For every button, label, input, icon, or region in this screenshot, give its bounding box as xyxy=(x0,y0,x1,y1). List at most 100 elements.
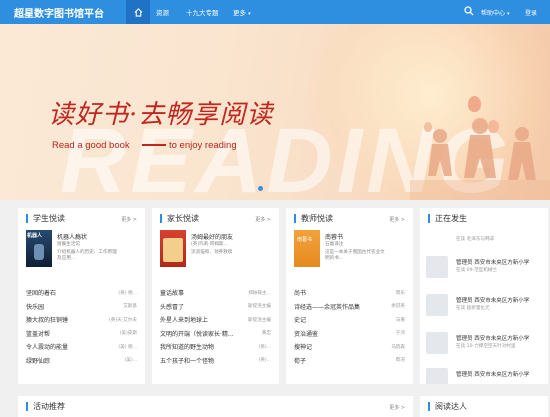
nav-resources[interactable]: 资源 xyxy=(156,7,169,17)
book-title: 猿大叔的狂铜锤 xyxy=(26,317,69,325)
more-link[interactable]: 更多 > xyxy=(255,216,271,223)
avatar xyxy=(426,256,448,278)
chevron-down-icon: ▾ xyxy=(506,11,510,17)
feed-user: 管理员 西安市未央区方新小学 xyxy=(456,372,530,378)
book-cover[interactable] xyxy=(160,230,186,267)
banner-slogan-en-1: Read a good book xyxy=(52,140,130,151)
home-icon xyxy=(134,7,142,17)
featured-book-title[interactable]: 汤姆最好的朋友 xyxy=(191,232,233,241)
help-center-menu[interactable]: 帮助中心 ▾ xyxy=(481,8,509,17)
more-link[interactable]: 更多 > xyxy=(389,216,405,223)
activity-feed-item[interactable]: 管理员 西安市未央区方新小学 xyxy=(426,368,546,384)
list-item[interactable]: 资治通鉴 于鸿 xyxy=(294,327,405,341)
list-item[interactable]: 童话故事 郑振铎主... xyxy=(160,286,271,300)
more-link[interactable]: 更多 > xyxy=(389,404,405,411)
banner-slogan-en-2: to enjoy reading xyxy=(169,140,237,151)
nav-more[interactable]: 更多 ▾ xyxy=(233,7,251,17)
feed-text: 在读 超新量化元 xyxy=(456,306,490,311)
section-title: 家长悦读 xyxy=(160,214,199,223)
slogan-divider xyxy=(142,144,166,146)
parent-reading-panel: 家长悦读 更多 > 汤姆最好的朋友 (英)玛莉·阿姆斯... 流浪猫和、领养救赎… xyxy=(152,208,279,384)
book-author: (美)... xyxy=(124,358,137,364)
robot-figure xyxy=(34,244,44,260)
avatar xyxy=(426,368,448,384)
list-item[interactable]: 史记 马嘉 xyxy=(294,313,405,327)
book-author: (美)皮斯 xyxy=(119,331,137,337)
list-item[interactable]: 坚固的着石 (英) 德... xyxy=(26,286,137,300)
featured-book-title[interactable]: 机器人瘾状 xyxy=(57,232,87,241)
book-list: 童话故事 郑振铎主... 头感冒了 斯提洛主编 外星人来到地球上 斯提洛主编 文明的开… xyxy=(160,286,271,367)
book-cover-title: 南蓉书 xyxy=(297,237,313,243)
activity-recommend-panel: 活动推荐 更多 > xyxy=(18,396,413,417)
book-title: 篮盖对帮 xyxy=(26,330,51,338)
book-author: (英)... xyxy=(258,358,271,364)
list-item[interactable]: 荀子 荀况 xyxy=(294,354,405,368)
featured-book-meta: 厨餐生活馆 xyxy=(57,242,80,247)
list-item[interactable]: 绿野仙踪 (美)... xyxy=(26,354,137,368)
book-author: (英) 德... xyxy=(118,290,137,296)
list-item[interactable]: 我所知道的野生动物 (英)... xyxy=(160,340,271,354)
book-list: 尚书 周乐 诗经选——余冠英作品集 余冠英 史记 马嘉 资治通鉴 于鸿 搜神记 马韵森 荀… xyxy=(294,286,405,367)
book-cover[interactable]: 南蓉书 xyxy=(294,230,320,267)
list-item[interactable]: 诗经选——余冠英作品集 余冠英 xyxy=(294,300,405,314)
list-item[interactable]: 外星人来到地球上 斯提洛主编 xyxy=(160,313,271,327)
featured-book-desc: 流浪猫和、领养救赎 xyxy=(191,250,233,255)
list-item[interactable]: 头感冒了 斯提洛主编 xyxy=(160,300,271,314)
reading-stars-panel: 阅读达人 xyxy=(420,396,548,417)
login-button[interactable]: 登录 xyxy=(525,8,537,17)
featured-book-title[interactable]: 南蓉书 xyxy=(325,232,343,241)
carousel-indicator[interactable] xyxy=(258,186,263,191)
happening-now-panel: 正在发生 在读 毛泽东与韩非 管理员 西安市未央区方新小学 在读 09-范型机械… xyxy=(420,208,548,384)
book-title: 尚书 xyxy=(294,290,307,298)
book-title: 快乐园 xyxy=(26,303,45,311)
chevron-down-icon: ▾ xyxy=(248,11,251,17)
running-children-silhouette xyxy=(410,118,550,200)
book-list: 坚固的着石 (英) 德... 快乐园 艾斯基 猿大叔的狂铜锤 (英)天·艾尔夫 篮盖对… xyxy=(26,286,137,367)
feed-text: 在读 10-力撑空空天叶对村里 xyxy=(456,344,516,349)
book-author: 周乐 xyxy=(395,290,405,296)
cover-illustration xyxy=(163,238,183,262)
book-title: 文明的开端（悦读家长·精... xyxy=(160,330,234,338)
hero-banner[interactable]: READING 读好书·去畅享阅读 Read a good book to en… xyxy=(0,24,550,200)
list-item[interactable]: 篮盖对帮 (美)皮斯 xyxy=(26,327,137,341)
book-title: 五个孩子和一个怪物 xyxy=(160,357,215,365)
list-item[interactable]: 搜神记 马韵森 xyxy=(294,340,405,354)
nav-19th-congress[interactable]: 十九大专题 xyxy=(186,7,219,17)
book-title: 头感冒了 xyxy=(160,303,185,311)
book-title: 令人震动的能量 xyxy=(26,344,69,352)
list-item[interactable]: 尚书 周乐 xyxy=(294,286,405,300)
section-title: 活动推荐 xyxy=(26,402,65,411)
site-brand[interactable]: 超星数字图书馆平台 xyxy=(14,5,104,20)
book-title: 外星人来到地球上 xyxy=(160,317,209,325)
section-title: 正在发生 xyxy=(428,214,467,223)
activity-feed-item[interactable]: 管理员 西安市未央区方新小学 在读 超新量化元 xyxy=(426,294,546,324)
book-title: 诗经选——余冠英作品集 xyxy=(294,303,361,311)
teacher-reading-panel: 教师悦读 更多 > 南蓉书 南蓉书 石磊译注 这是一本关于我国古代农业文 明的书… xyxy=(286,208,413,384)
book-author: 马韵森 xyxy=(391,344,405,350)
search-icon[interactable] xyxy=(464,6,474,16)
book-author: (英)... xyxy=(258,344,271,350)
book-author: 余冠英 xyxy=(391,304,405,310)
list-item[interactable]: 快乐园 艾斯基 xyxy=(26,300,137,314)
book-title: 我所知道的野生动物 xyxy=(160,344,215,352)
activity-feed-item[interactable]: 管理员 西安市未央区方新小学 在读 09-范型机械兰 xyxy=(426,256,546,286)
book-title: 史记 xyxy=(294,317,307,325)
book-cover[interactable]: 机器人 xyxy=(26,230,52,267)
more-link[interactable]: 更多 > xyxy=(121,216,137,223)
section-title: 教师悦读 xyxy=(294,214,333,223)
feed-user: 管理员 西安市未央区方新小学 xyxy=(456,298,530,304)
top-nav-bar: 超星数字图书馆平台 资源 十九大专题 更多 ▾ 帮助中心 ▾ 登录 xyxy=(0,0,550,24)
book-author: 黄忠 xyxy=(261,331,271,337)
help-center-label: 帮助中心 xyxy=(481,10,506,17)
avatar xyxy=(426,294,448,316)
book-author: 马嘉 xyxy=(395,317,405,323)
list-item[interactable]: 文明的开端（悦读家长·精... 黄忠 xyxy=(160,327,271,341)
nav-more-label: 更多 xyxy=(233,9,246,17)
book-title: 搜神记 xyxy=(294,344,313,352)
list-item[interactable]: 令人震动的能量 (美) 德... xyxy=(26,340,137,354)
list-item[interactable]: 猿大叔的狂铜锤 (英)天·艾尔夫 xyxy=(26,313,137,327)
activity-feed-item[interactable]: 管理员 西安市未央区方新小学 在读 10-力撑空空天叶对村里 xyxy=(426,332,546,362)
book-title: 绿野仙踪 xyxy=(26,357,51,365)
list-item[interactable]: 五个孩子和一个怪物 (英)... xyxy=(160,354,271,368)
home-button[interactable] xyxy=(126,0,150,24)
